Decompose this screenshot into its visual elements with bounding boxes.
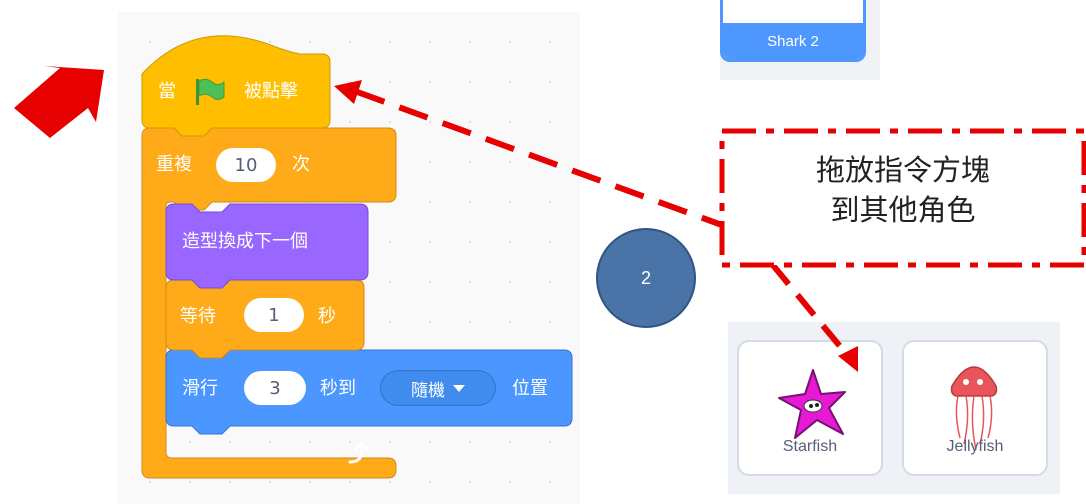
- callout-line-2: 到其他角色: [830, 193, 976, 227]
- dashed-arrow-to-starfish: [769, 262, 851, 358]
- arrowhead-hat: [334, 80, 362, 104]
- arrowhead-starfish: [838, 346, 858, 372]
- callout-line-1: 拖放指令方塊: [815, 153, 990, 187]
- callout-text: 拖放指令方塊 到其他角色: [722, 150, 1084, 230]
- red-arrow-icon: [14, 66, 104, 138]
- annotation-overlay: [14, 66, 1086, 372]
- dashed-arrow-to-hat: [350, 87, 732, 231]
- step-number-badge: 2: [596, 228, 696, 328]
